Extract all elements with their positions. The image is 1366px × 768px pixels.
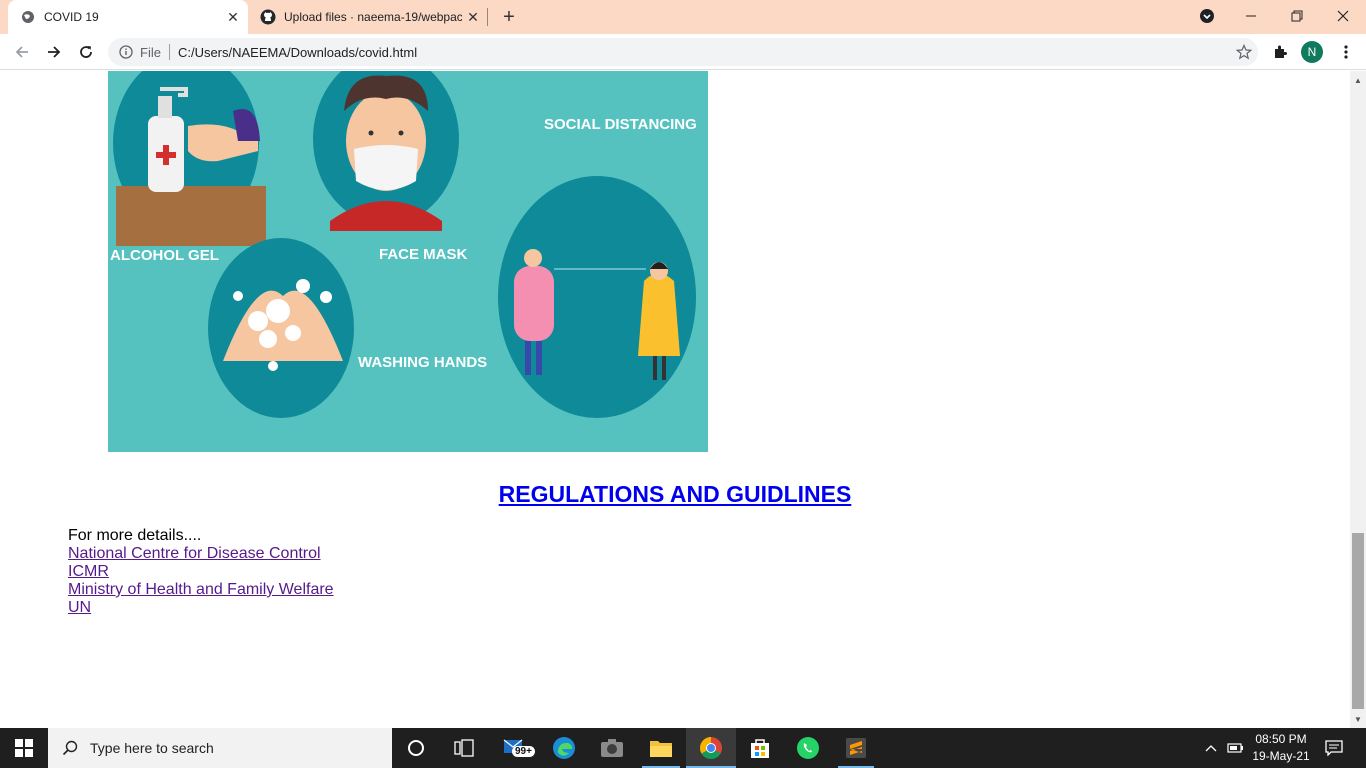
forward-button[interactable] — [40, 38, 68, 66]
clock-date: 19-May-21 — [1252, 749, 1310, 763]
restore-button[interactable] — [1274, 0, 1320, 32]
battery-icon[interactable] — [1224, 728, 1246, 768]
profile-avatar[interactable]: N — [1301, 41, 1323, 63]
page-content: ALCOHOL GEL FACE MASK WASHING HANDS SOCI… — [0, 71, 1350, 728]
link-icmr[interactable]: ICMR — [68, 563, 334, 581]
covid-precautions-image: ALCOHOL GEL FACE MASK WASHING HANDS SOCI… — [108, 71, 708, 452]
clock-time: 08:50 PM — [1255, 732, 1307, 746]
globe-icon — [20, 9, 36, 25]
search-placeholder: Type here to search — [90, 740, 214, 756]
menu-kebab-icon[interactable] — [1332, 38, 1360, 66]
edge-browser-icon[interactable] — [540, 728, 588, 768]
github-icon — [260, 9, 276, 25]
notifications-icon[interactable] — [1316, 728, 1352, 768]
close-window-button[interactable] — [1320, 0, 1366, 32]
chrome-app-icon[interactable] — [686, 728, 736, 768]
system-clock[interactable]: 08:50 PM 19-May-21 — [1248, 731, 1314, 765]
details-text: For more details.... — [68, 527, 202, 544]
tab-separator — [487, 8, 488, 26]
alcohol-gel-illustration — [113, 71, 266, 246]
hero-label-face-mask: FACE MASK — [379, 246, 468, 263]
regulations-link[interactable]: REGULATIONS AND GUIDLINES — [499, 481, 852, 507]
minimize-button[interactable] — [1228, 0, 1274, 32]
tab-covid19[interactable]: COVID 19 ✕ — [8, 0, 248, 34]
scroll-down-arrow-icon[interactable]: ▼ — [1350, 712, 1366, 726]
task-view-icon[interactable] — [440, 728, 488, 768]
file-explorer-icon[interactable] — [636, 728, 686, 768]
store-app-icon[interactable] — [736, 728, 784, 768]
extensions-icon[interactable] — [1266, 38, 1294, 66]
tab-search-icon[interactable] — [1184, 0, 1230, 32]
details-section: For more details.... National Centre for… — [68, 527, 334, 617]
new-tab-button[interactable]: + — [496, 4, 522, 30]
washing-hands-illustration — [208, 238, 354, 418]
link-mohfw[interactable]: Ministry of Health and Family Welfare — [68, 581, 334, 599]
info-icon[interactable] — [118, 44, 134, 60]
whatsapp-icon[interactable] — [784, 728, 832, 768]
scrollbar-thumb[interactable] — [1352, 533, 1364, 709]
mail-app-icon[interactable]: 99+ — [490, 728, 540, 768]
hero-label-alcohol-gel: ALCOHOL GEL — [110, 247, 219, 264]
scroll-up-arrow-icon[interactable]: ▲ — [1350, 73, 1366, 87]
hero-label-washing-hands: WASHING HANDS — [358, 354, 487, 371]
scheme-label: File — [140, 44, 161, 60]
social-distancing-illustration — [498, 176, 696, 418]
windows-logo-icon — [15, 739, 33, 757]
browser-toolbar: File C:/Users/NAEEMA/Downloads/covid.htm… — [0, 34, 1366, 70]
windows-taskbar: Type here to search 99+ 08:50 PM 19-May-… — [0, 728, 1366, 768]
close-tab-icon[interactable]: ✕ — [222, 6, 244, 28]
omnibox-divider — [168, 44, 170, 60]
link-un[interactable]: UN — [68, 599, 334, 617]
hero-label-social-distancing: SOCIAL DISTANCING — [544, 116, 697, 133]
tab-title: Upload files · naeema-19/webpac — [284, 10, 462, 24]
reload-button[interactable] — [72, 38, 100, 66]
tab-strip: COVID 19 ✕ Upload files · naeema-19/webp… — [0, 0, 1366, 34]
search-icon — [62, 740, 78, 756]
taskbar-search-box[interactable]: Type here to search — [48, 728, 392, 768]
mail-badge: 99+ — [512, 746, 535, 757]
close-tab-icon[interactable]: ✕ — [462, 6, 484, 28]
camera-app-icon[interactable] — [588, 728, 636, 768]
address-bar[interactable]: File C:/Users/NAEEMA/Downloads/covid.htm… — [108, 38, 1258, 66]
regulations-heading: REGULATIONS AND GUIDLINES — [0, 481, 1350, 508]
tab-title: COVID 19 — [44, 10, 99, 24]
bookmark-star-icon[interactable] — [1230, 44, 1258, 60]
show-hidden-icons-chevron-icon[interactable] — [1200, 728, 1222, 768]
link-ncdc[interactable]: National Centre for Disease Control — [68, 545, 334, 563]
face-mask-illustration — [313, 71, 459, 231]
cortana-icon[interactable] — [392, 728, 440, 768]
back-button[interactable] — [8, 38, 36, 66]
sublime-text-icon[interactable] — [832, 728, 880, 768]
vertical-scrollbar[interactable]: ▲ ▼ — [1350, 71, 1366, 728]
start-button[interactable] — [0, 728, 48, 768]
tab-upload-files[interactable]: Upload files · naeema-19/webpac ✕ — [248, 0, 488, 34]
url-text[interactable]: C:/Users/NAEEMA/Downloads/covid.html — [178, 45, 1230, 60]
